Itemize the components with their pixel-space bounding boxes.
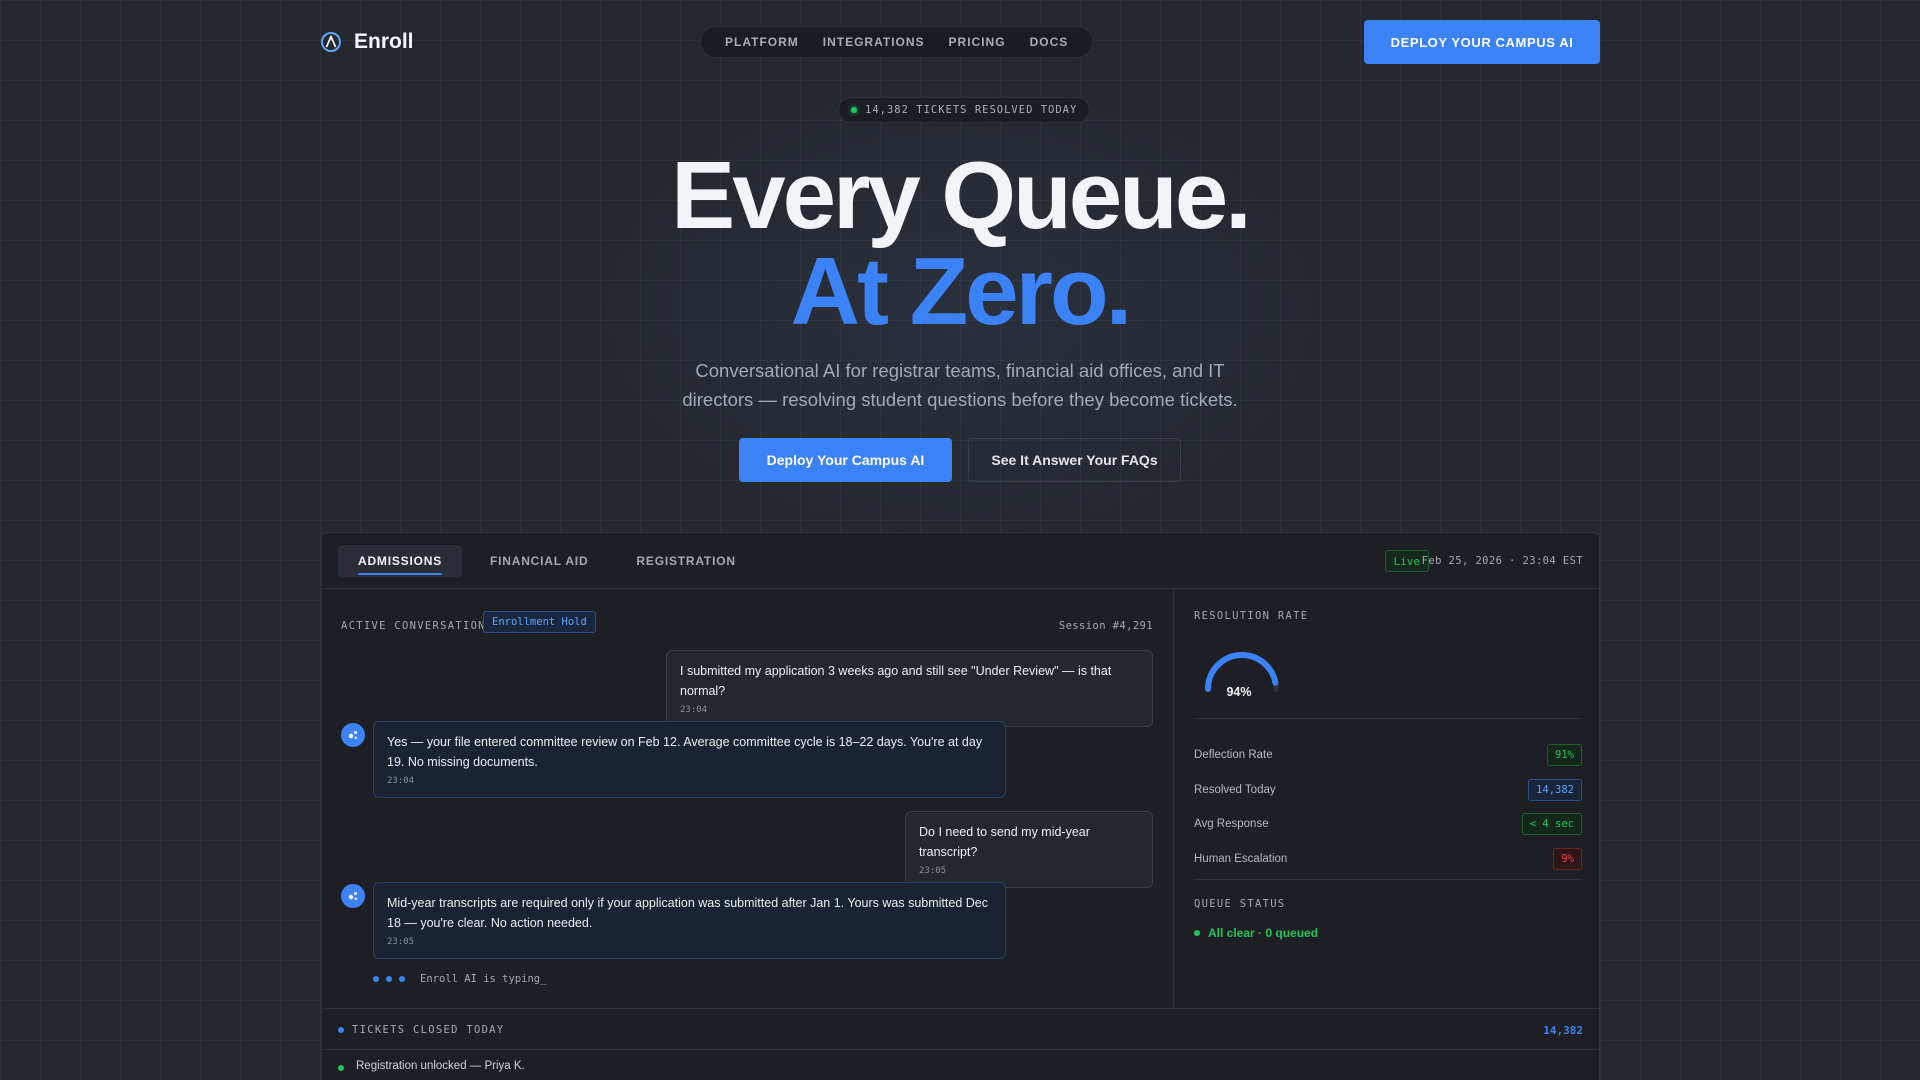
nav-link-pricing[interactable]: PRICING	[949, 35, 1006, 49]
conversation-label: ACTIVE CONVERSATION	[341, 620, 486, 632]
tab-financial-aid[interactable]: FINANCIAL AID	[470, 545, 608, 577]
hero-subtitle: Conversational AI for registrar teams, f…	[682, 360, 1238, 410]
chat-message-ai: Mid-year transcripts are required only i…	[373, 882, 1006, 959]
divider	[1194, 879, 1582, 880]
status-dot-icon	[851, 107, 857, 113]
deploy-cta-button[interactable]: DEPLOY YOUR CAMPUS AI	[1364, 20, 1600, 64]
message-time: 23:05	[919, 866, 947, 876]
metric-deflection-rate: Deflection Rate 91%	[1194, 743, 1582, 767]
message-time: 23:04	[387, 776, 415, 786]
metric-label: Human Escalation	[1194, 853, 1288, 865]
chat-message-user: I submitted my application 3 weeks ago a…	[666, 650, 1153, 727]
session-id: Session #4,291	[1058, 620, 1153, 632]
typing-dot-icon	[373, 976, 379, 982]
queue-status-text: All clear · 0 queued	[1208, 926, 1319, 940]
hero-title: Every Queue. At Zero.	[0, 148, 1920, 340]
typing-dot-icon	[386, 976, 392, 982]
message-time: 23:04	[680, 705, 708, 715]
resolution-rate-value: 94%	[1226, 685, 1252, 699]
dashboard-header: ADMISSIONS FINANCIAL AID REGISTRATION Li…	[322, 533, 1599, 589]
chat-message-ai: Yes — your file entered committee review…	[373, 721, 1006, 798]
queue-status: All clear · 0 queued	[1194, 926, 1318, 940]
see-faqs-button[interactable]: See It Answer Your FAQs	[968, 438, 1181, 482]
metric-value: 14,382	[1528, 779, 1582, 801]
nav-links: PLATFORM INTEGRATIONS PRICING DOCS	[700, 26, 1094, 58]
message-time: 23:05	[387, 937, 415, 947]
conversation-panel: ACTIVE CONVERSATION Enrollment Hold Sess…	[322, 589, 1174, 1008]
metric-value: 91%	[1547, 744, 1582, 766]
metric-label: Deflection Rate	[1194, 749, 1273, 761]
divider	[1194, 718, 1582, 719]
dashboard-tabs: ADMISSIONS FINANCIAL AID REGISTRATION	[338, 545, 756, 577]
queue-status-label: QUEUE STATUS	[1194, 898, 1286, 910]
nav-link-docs[interactable]: DOCS	[1030, 35, 1069, 49]
conversation-tag: Enrollment Hold	[483, 611, 596, 633]
message-text: I submitted my application 3 weeks ago a…	[680, 664, 1112, 698]
message-text: Mid-year transcripts are required only i…	[387, 896, 988, 930]
metric-value: 9%	[1553, 848, 1582, 870]
tickets-badge: 14,382 TICKETS RESOLVED TODAY	[838, 97, 1091, 123]
resolution-rate-label: RESOLUTION RATE	[1194, 610, 1309, 622]
stats-panel: RESOLUTION RATE 94% Deflection Rate 91% …	[1175, 589, 1599, 1008]
ticker-dot-icon	[338, 1027, 344, 1033]
top-nav: Enroll PLATFORM INTEGRATIONS PRICING DOC…	[320, 20, 1600, 64]
feed-dot-icon	[338, 1065, 344, 1071]
ticker-count: 14,382	[1543, 1024, 1583, 1037]
tab-registration[interactable]: REGISTRATION	[616, 545, 755, 577]
ai-avatar-icon	[341, 884, 365, 908]
tab-admissions[interactable]: ADMISSIONS	[338, 545, 463, 577]
hero-title-line1: Every Queue.	[671, 142, 1252, 249]
metric-label: Avg Response	[1194, 818, 1269, 830]
brand-name: Enroll	[354, 30, 414, 53]
typing-indicator: Enroll AI is typing_	[373, 973, 546, 985]
logo[interactable]: Enroll	[320, 30, 414, 54]
chat-message-user: Do I need to send my mid-year transcript…	[905, 811, 1153, 888]
nav-link-platform[interactable]: PLATFORM	[725, 35, 799, 49]
typing-dot-icon	[399, 976, 405, 982]
ticker-label: TICKETS CLOSED TODAY	[352, 1024, 505, 1036]
resolution-gauge-fill	[1205, 652, 1279, 692]
tickets-ticker: TICKETS CLOSED TODAY 14,382	[322, 1008, 1599, 1050]
status-dot-icon	[1194, 930, 1200, 936]
demo-dashboard: ADMISSIONS FINANCIAL AID REGISTRATION Li…	[321, 532, 1600, 1080]
metric-label: Resolved Today	[1194, 784, 1276, 796]
message-text: Do I need to send my mid-year transcript…	[919, 825, 1090, 859]
deploy-campus-ai-button[interactable]: Deploy Your Campus AI	[739, 438, 952, 482]
ai-avatar-icon	[341, 723, 365, 747]
hero-title-line2: At Zero.	[790, 238, 1133, 345]
badge-text: 14,382 TICKETS RESOLVED TODAY	[865, 104, 1078, 116]
metric-human-escalation: Human Escalation 9%	[1194, 847, 1582, 871]
metric-avg-response: Avg Response < 4 sec	[1194, 812, 1582, 836]
timestamp: Feb 25, 2026 · 23:04 EST	[1421, 555, 1583, 567]
metric-value: < 4 sec	[1521, 813, 1582, 835]
typing-text: Enroll AI is typing_	[420, 973, 547, 985]
feed-item: Registration unlocked — Priya K.	[356, 1060, 525, 1072]
metric-resolved-today: Resolved Today 14,382	[1194, 778, 1582, 802]
activity-feed: Registration unlocked — Priya K.	[322, 1050, 1599, 1080]
message-text: Yes — your file entered committee review…	[387, 735, 983, 769]
logo-icon	[321, 32, 341, 52]
nav-link-integrations[interactable]: INTEGRATIONS	[823, 35, 925, 49]
